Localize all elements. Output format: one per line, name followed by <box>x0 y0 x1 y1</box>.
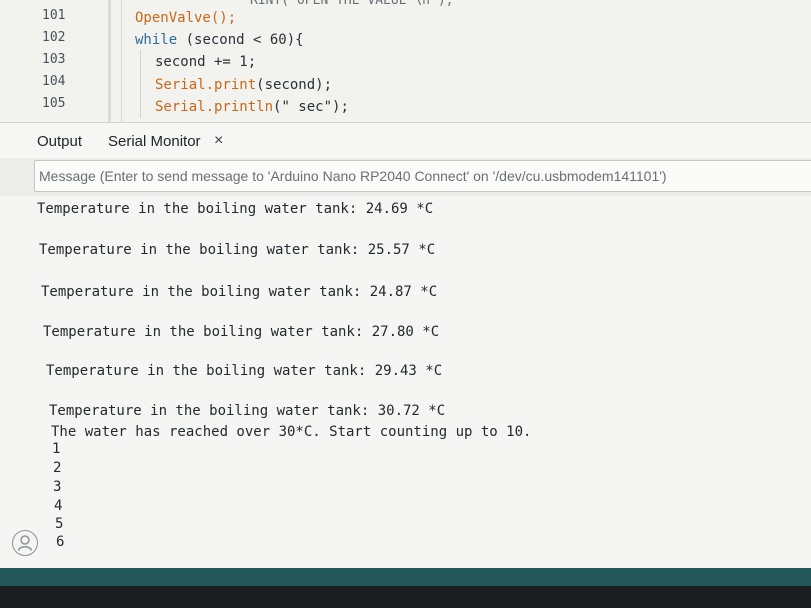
code-editor[interactable]: RINT("OPEN THE VALUE \n"); 101 102 103 1… <box>0 0 811 122</box>
bottom-panel-tabs: Output Serial Monitor × <box>0 122 811 158</box>
serial-line: Temperature in the boiling water tank: 2… <box>46 363 443 379</box>
message-field <box>34 160 811 192</box>
gutter-separator <box>108 0 111 122</box>
account-icon[interactable] <box>12 530 38 556</box>
serial-line: Temperature in the boiling water tank: 2… <box>41 284 438 300</box>
tab-serial-monitor[interactable]: Serial Monitor <box>108 133 201 150</box>
line-number: 101 <box>42 8 66 23</box>
line-number: 103 <box>42 52 66 67</box>
code-text: (second < 60){ <box>177 32 304 48</box>
serial-line: 6 <box>56 534 65 550</box>
code-function: Serial.println <box>155 99 274 115</box>
code-line: Serial.println(" sec"); <box>155 99 349 115</box>
line-number: 102 <box>42 30 66 45</box>
code-keyword: while <box>135 32 178 48</box>
code-line-100: RINT("OPEN THE VALUE \n"); <box>250 0 454 8</box>
serial-line: 1 <box>52 441 61 457</box>
code-function: Serial.print <box>155 77 257 93</box>
tab-output[interactable]: Output <box>37 133 82 150</box>
screen-bezel <box>0 586 811 608</box>
serial-line: Temperature in the boiling water tank: 2… <box>39 242 436 258</box>
serial-line: Temperature in the boiling water tank: 3… <box>49 403 446 419</box>
code-text: (" sec"); <box>273 99 349 115</box>
code-line: second += 1; <box>155 54 256 70</box>
code-line: OpenValve(); <box>135 10 236 26</box>
code-line: while (second < 60){ <box>135 32 304 48</box>
serial-output: Temperature in the boiling water tank: 2… <box>0 196 811 572</box>
status-bar <box>0 568 811 586</box>
code-text: second += 1; <box>155 54 257 70</box>
message-input[interactable] <box>39 164 809 188</box>
indent-guide <box>140 50 141 118</box>
serial-line: The water has reached over 30*C. Start c… <box>51 424 532 440</box>
close-icon[interactable]: × <box>214 132 223 150</box>
code-text: (second); <box>256 77 333 93</box>
code-line: Serial.print(second); <box>155 77 332 93</box>
serial-line: 3 <box>53 479 62 495</box>
code-text: OpenValve(); <box>135 10 237 26</box>
line-number: 104 <box>42 74 66 89</box>
serial-line: 5 <box>55 516 64 532</box>
serial-line: 2 <box>53 460 62 476</box>
serial-line: Temperature in the boiling water tank: 2… <box>37 201 434 217</box>
line-number: 105 <box>42 96 66 111</box>
serial-line: Temperature in the boiling water tank: 2… <box>43 324 440 340</box>
serial-line: 4 <box>54 498 63 514</box>
